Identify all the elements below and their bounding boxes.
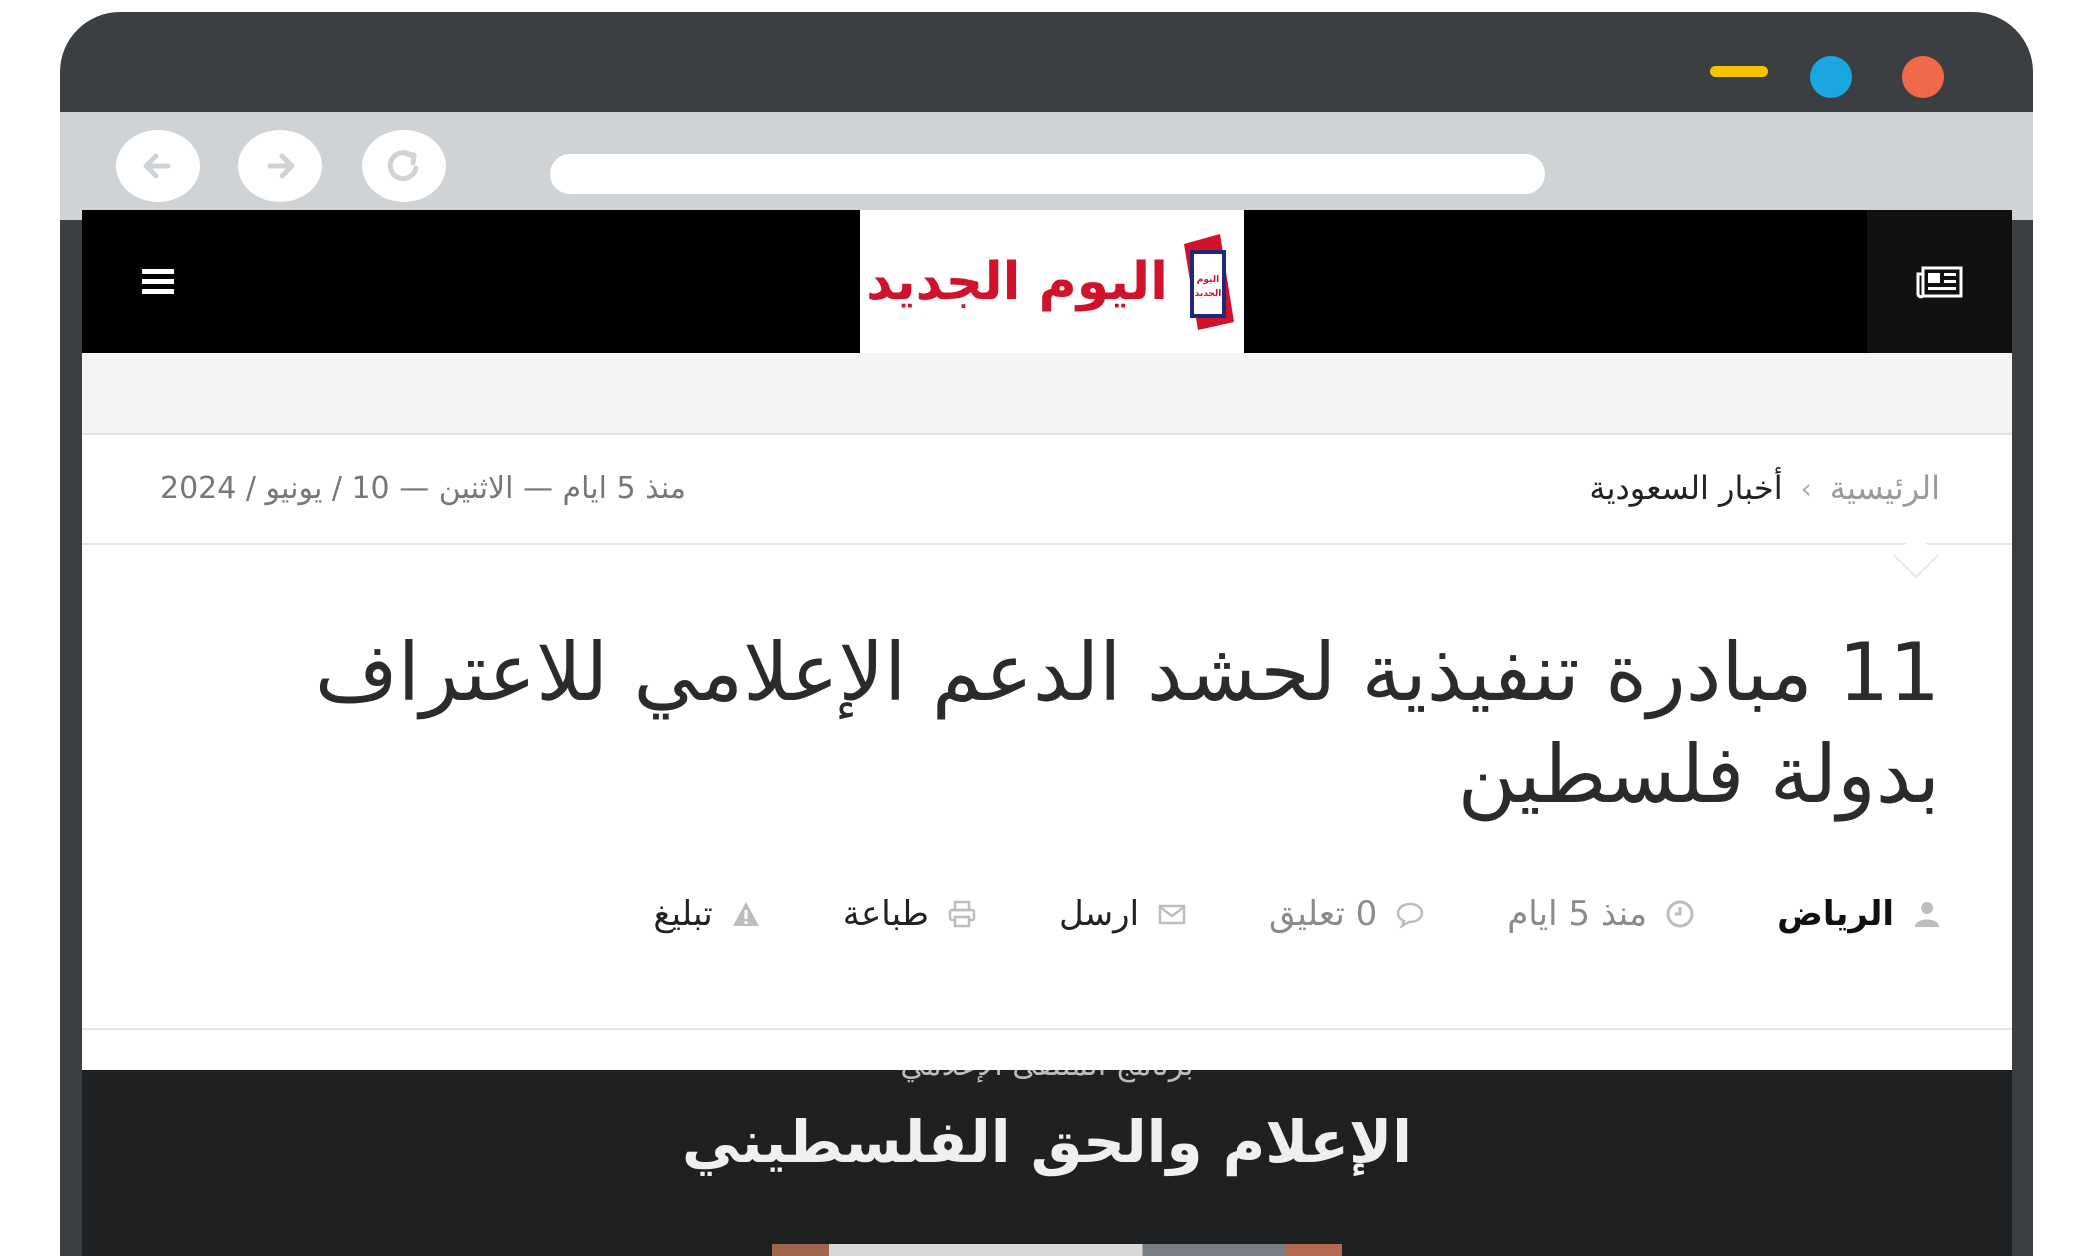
breadcrumb-home-link[interactable]: الرئيسية (1830, 469, 1940, 507)
send-label[interactable]: ارسل (1059, 894, 1139, 934)
news-button[interactable] (1867, 210, 2012, 353)
svg-text:اليوم: اليوم (1197, 275, 1219, 285)
warning-icon (732, 902, 759, 926)
chevron-left-icon: › (1800, 471, 1812, 505)
time-ago: منذ 5 ايام (1507, 894, 1648, 934)
envelope-icon (1158, 904, 1186, 925)
clock-icon (1666, 900, 1694, 928)
back-button[interactable] (116, 130, 200, 202)
reload-icon (387, 150, 419, 182)
print-label[interactable]: طباعة (843, 894, 929, 934)
printer-icon (948, 900, 976, 928)
meta-comments[interactable]: 0 تعليق (1269, 894, 1425, 934)
article-meta: الرياض منذ 5 ايام 0 تعليق ارسل طباعة تبل… (653, 894, 1942, 934)
meta-time: منذ 5 ايام (1507, 894, 1695, 934)
breadcrumb: الرئيسية › أخبار السعودية (1589, 469, 1940, 507)
comment-icon (1396, 902, 1424, 929)
site-header: اليوم الجديد اليوم الجديد (82, 210, 2012, 353)
meta-author[interactable]: الرياض (1777, 894, 1942, 934)
maximize-button[interactable] (1810, 56, 1852, 98)
hero-subtitle: برنامج الملتقى الإعلامي (82, 1070, 2012, 1083)
svg-text:الجديد: الجديد (1195, 289, 1222, 299)
logo-mark-icon: اليوم الجديد (1183, 233, 1234, 330)
page-viewport: اليوم الجديد اليوم الجديد الرئيسية › أخب… (82, 210, 2012, 1256)
newspaper-icon (1916, 266, 1962, 298)
divider (82, 1028, 2012, 1030)
author-name[interactable]: الرياض (1777, 894, 1894, 934)
close-button[interactable] (1902, 56, 1944, 98)
hero-photo (772, 1244, 1342, 1256)
arrow-left-icon (143, 153, 171, 179)
breadcrumb-bar: الرئيسية › أخبار السعودية منذ 5 ايام — ا… (82, 435, 2012, 545)
user-icon (1915, 902, 1939, 927)
publish-date: منذ 5 ايام — الاثنين — 10 / يونيو / 2024 (160, 471, 686, 506)
forward-button[interactable] (238, 130, 322, 202)
send-button[interactable]: ارسل (1059, 894, 1187, 934)
report-label[interactable]: تبليغ (653, 894, 712, 934)
article-title: 11 مبادرة تنفيذية لحشد الدعم الإعلامي لل… (314, 626, 1940, 821)
site-logo[interactable]: اليوم الجديد اليوم الجديد (860, 210, 1244, 353)
browser-toolbar (60, 112, 2033, 220)
report-button[interactable]: تبليغ (653, 894, 760, 934)
reload-button[interactable] (362, 130, 446, 202)
menu-button[interactable] (82, 210, 234, 353)
hero-title: الإعلام والحق الفلسطيني (681, 1108, 1413, 1176)
breadcrumb-category-link[interactable]: أخبار السعودية (1589, 469, 1782, 507)
address-bar[interactable] (550, 154, 1545, 194)
ad-strip (82, 353, 2012, 435)
print-button[interactable]: طباعة (843, 894, 977, 934)
arrow-right-icon (267, 153, 295, 179)
logo-text: اليوم الجديد (866, 251, 1169, 312)
comment-count[interactable]: 0 تعليق (1269, 894, 1377, 934)
browser-titlebar (60, 12, 2033, 112)
minimize-button[interactable] (1710, 66, 1768, 77)
browser-window: اليوم الجديد اليوم الجديد الرئيسية › أخب… (60, 12, 2033, 1256)
article-hero-image: برنامج الملتقى الإعلامي الإعلام والحق ال… (82, 1070, 2012, 1256)
hamburger-menu-icon (142, 268, 174, 294)
